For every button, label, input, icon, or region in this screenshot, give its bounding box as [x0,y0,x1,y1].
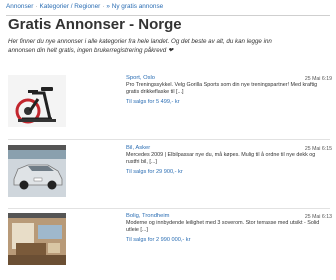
listing-price: Til salgs for 29 900,- kr [126,168,183,175]
listing-info: Bil, Asker 25 Mai 6:15 Mercedes 2009 | E… [126,145,332,175]
listing-date: 25 Mai 6:15 [304,146,332,152]
listing-divider [8,139,330,140]
listing-divider [8,208,330,209]
intro-text: Her finner du nye annonser i alle katego… [8,38,272,55]
listing-date: 25 Mai 6:19 [304,76,332,82]
listing-location-link[interactable]: Bolig, Trondheim [126,213,332,219]
breadcrumb: Annonser · Kategorier / Regioner ·» Ny grat… [6,3,330,16]
listing-item[interactable]: Bolig, Trondheim 25 Mai 6:13 Moderne og … [8,213,332,269]
listing-image-apartment[interactable] [8,213,66,265]
listing-description: Moderne og innbydende leilighet med 3 so… [126,220,320,234]
listing-item[interactable]: Sport, Oslo 25 Mai 6:19 Pro Treningssykk… [8,75,332,131]
listing-location-link[interactable]: Bil, Asker [126,145,332,151]
page-title: Gratis Annonser - Norge [8,16,182,33]
breadcrumb-home-link[interactable]: Annonser [6,3,33,10]
listing-info: Sport, Oslo 25 Mai 6:19 Pro Treningssykk… [126,75,332,105]
breadcrumb-separator: · [35,3,38,10]
listing-item[interactable]: Bil, Asker 25 Mai 6:15 Mercedes 2009 | E… [8,145,332,201]
listing-date: 25 Mai 6:13 [304,214,332,220]
listing-image-car[interactable] [8,145,66,197]
listing-image-bike[interactable] [8,75,66,127]
listing-description: Mercedes 2009 | Elbilpassar nye du, må k… [126,152,316,166]
listing-location-link[interactable]: Sport, Oslo [126,75,332,81]
listing-description: Pro Treningssykkel. Velg Gorilla Sports … [126,82,318,96]
listing-price: Til salgs for 5 499,- kr [126,98,180,105]
listing-price: Til salgs for 2 990 000,- kr [126,236,191,243]
breadcrumb-current-link[interactable]: » Ny gratis annonse [106,3,163,10]
breadcrumb-separator: · [102,3,105,10]
breadcrumb-categories-link[interactable]: Kategorier / Regioner [40,3,101,10]
listing-info: Bolig, Trondheim 25 Mai 6:13 Moderne og … [126,213,332,243]
